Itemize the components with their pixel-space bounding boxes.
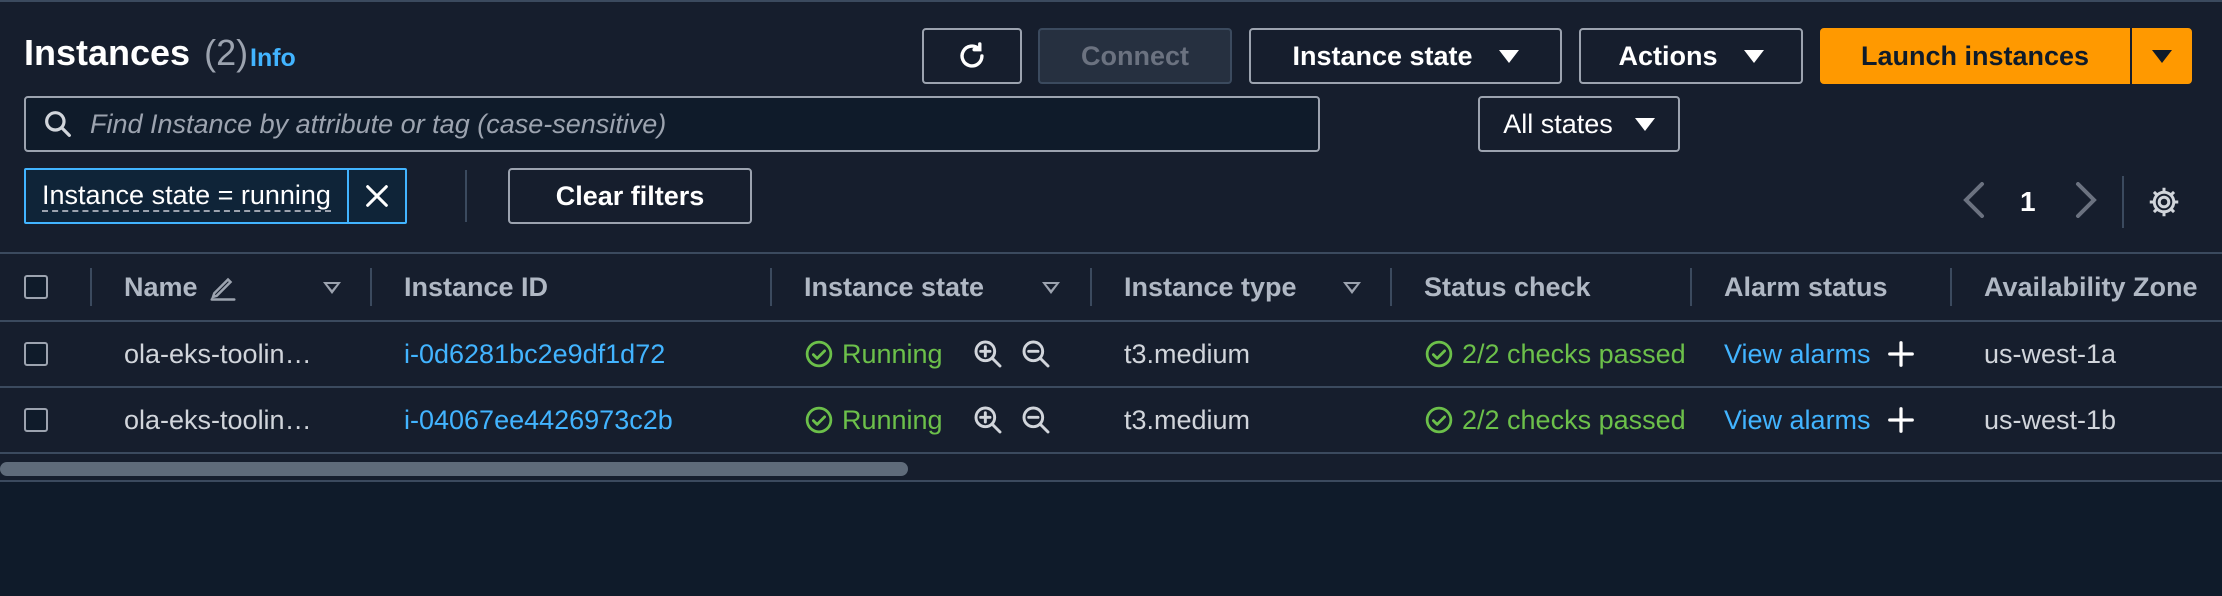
filter-token: Instance state = running (24, 168, 407, 224)
previous-page-button[interactable] (1962, 182, 1986, 223)
divider (2122, 176, 2124, 228)
gear-icon (2149, 187, 2179, 217)
chevron-right-icon (2076, 182, 2097, 218)
instance-name: ola-eks-toolin… (124, 338, 312, 369)
zoom-in-icon (974, 406, 1002, 434)
add-alarm-button[interactable] (1886, 322, 1916, 386)
remove-filter-button[interactable] (349, 170, 405, 222)
zoom-in-button[interactable] (972, 322, 1004, 386)
instance-id-link[interactable]: i-04067ee4426973c2b (404, 388, 673, 452)
instance-type: t3.medium (1124, 404, 1251, 435)
status-check: 2/2 checks passed (1424, 322, 1686, 386)
caret-down-icon (1743, 49, 1764, 63)
actions-dropdown[interactable]: Actions (1579, 28, 1803, 84)
column-header-status-check[interactable]: Status check (1424, 254, 1591, 320)
states-filter-select[interactable]: All states (1478, 96, 1680, 152)
launch-instances-label: Launch instances (1860, 40, 2090, 71)
column-divider (1090, 268, 1092, 306)
add-alarm-button[interactable] (1886, 388, 1916, 452)
plus-icon (1888, 341, 1914, 367)
column-header-instance-type[interactable]: Instance type (1124, 254, 1297, 320)
zoom-out-button[interactable] (1020, 388, 1052, 452)
instance-state: Running (804, 322, 943, 386)
instance-type: t3.medium (1124, 338, 1251, 369)
filter-token-label[interactable]: Instance state = running (26, 170, 349, 222)
column-header-alarm-status[interactable]: Alarm status (1724, 254, 1888, 320)
launch-options-button[interactable] (2132, 28, 2192, 84)
column-header-instance-id[interactable]: Instance ID (404, 254, 548, 320)
refresh-icon (960, 42, 984, 68)
table-header: Name Instance ID Instance state Instance… (0, 252, 2222, 322)
view-alarms-link[interactable]: View alarms (1724, 388, 1871, 452)
clear-filters-button[interactable]: Clear filters (508, 168, 752, 224)
connect-label: Connect (1081, 40, 1189, 71)
column-divider (370, 268, 372, 306)
instance-id-link[interactable]: i-0d6281bc2e9df1d72 (404, 322, 665, 386)
zoom-out-icon (1022, 406, 1050, 434)
instance-name: ola-eks-toolin… (124, 404, 312, 435)
launch-instances-button[interactable]: Launch instances (1820, 28, 2130, 84)
instance-count: (2) (204, 32, 249, 73)
connect-button[interactable]: Connect (1038, 28, 1232, 84)
states-filter-value: All states (1503, 108, 1613, 139)
close-icon (366, 185, 388, 207)
next-page-button[interactable] (2074, 182, 2098, 223)
preferences-button[interactable] (2146, 184, 2182, 225)
check-circle-icon (805, 406, 833, 434)
table-row[interactable]: ola-eks-toolin… i-04067ee4426973c2b Runn… (0, 388, 2222, 454)
page-number[interactable]: 1 (2020, 186, 2036, 218)
column-header-instance-state[interactable]: Instance state (804, 254, 984, 320)
column-divider (1390, 268, 1392, 306)
zoom-in-icon (974, 340, 1002, 368)
plus-icon (1888, 407, 1914, 433)
column-divider (770, 268, 772, 306)
zoom-out-icon (1022, 340, 1050, 368)
column-divider (1690, 268, 1692, 306)
check-circle-icon (805, 340, 833, 368)
page-title-text: Instances (24, 32, 191, 73)
info-link[interactable]: Info (250, 44, 296, 73)
instance-state: Running (804, 388, 943, 452)
sort-icon[interactable] (1042, 282, 1060, 294)
table-row[interactable]: ola-eks-toolin… i-0d6281bc2e9df1d72 Runn… (0, 322, 2222, 388)
column-divider (1950, 268, 1952, 306)
check-circle-icon (1425, 340, 1453, 368)
search-field[interactable] (24, 96, 1320, 152)
edit-icon (210, 277, 236, 301)
caret-down-icon (1634, 117, 1655, 131)
view-alarms-link[interactable]: View alarms (1724, 322, 1871, 386)
check-circle-icon (1425, 406, 1453, 434)
availability-zone: us-west-1a (1984, 338, 2117, 369)
instance-state-label: Instance state (1292, 40, 1473, 71)
column-header-availability-zone[interactable]: Availability Zone (1984, 254, 2198, 320)
select-all-checkbox[interactable] (24, 254, 48, 320)
row-checkbox[interactable] (24, 322, 48, 386)
status-check: 2/2 checks passed (1424, 388, 1686, 452)
row-checkbox[interactable] (24, 388, 48, 452)
actions-label: Actions (1618, 40, 1718, 71)
instance-state-dropdown[interactable]: Instance state (1249, 28, 1562, 84)
divider (465, 170, 467, 222)
page-title: Instances (2) (24, 32, 248, 74)
refresh-button[interactable] (922, 28, 1022, 84)
zoom-in-button[interactable] (972, 388, 1004, 452)
sort-icon[interactable] (323, 282, 341, 294)
sort-icon[interactable] (1343, 282, 1361, 294)
search-icon (45, 111, 71, 137)
instances-panel: Instances (2) Info Connect Instance stat… (0, 0, 2222, 482)
zoom-out-button[interactable] (1020, 322, 1052, 386)
caret-down-icon (2152, 49, 2172, 63)
caret-down-icon (1498, 49, 1519, 63)
chevron-left-icon (1963, 182, 1984, 218)
clear-filters-label: Clear filters (555, 180, 705, 211)
availability-zone: us-west-1b (1984, 404, 2117, 435)
search-input[interactable] (88, 107, 1318, 141)
column-divider (90, 268, 92, 306)
column-header-name[interactable]: Name (124, 254, 238, 320)
scrollbar-thumb[interactable] (0, 462, 908, 476)
